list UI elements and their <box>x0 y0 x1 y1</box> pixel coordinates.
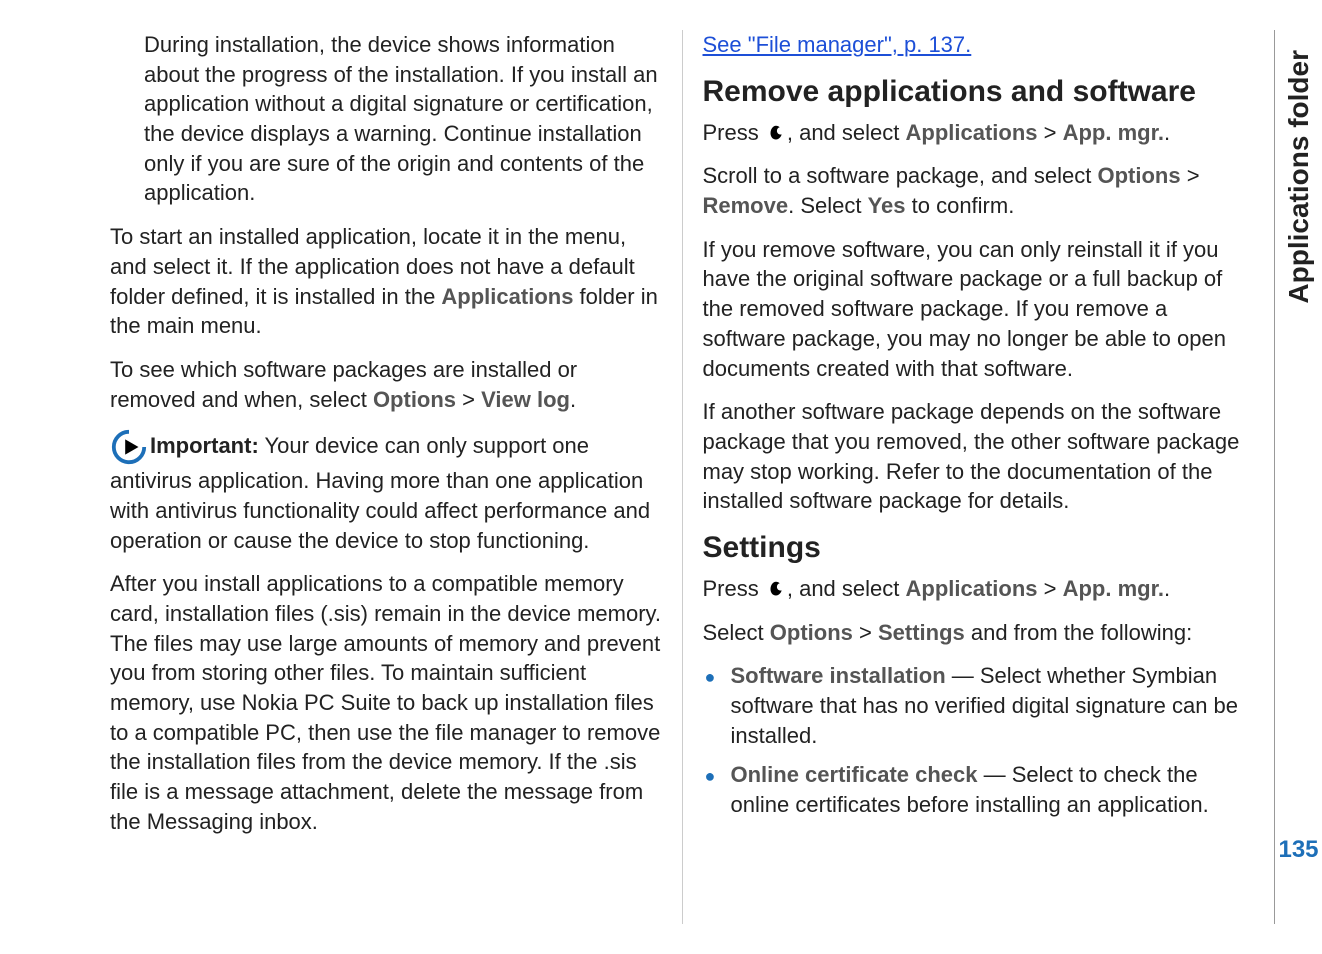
left-column: During installation, the device shows in… <box>0 30 682 924</box>
settings-select-paragraph: Select Options > Settings and from the f… <box>703 618 1255 648</box>
remove-press-paragraph: Press , and select Applications > App. m… <box>703 118 1255 148</box>
install-progress-paragraph: During installation, the device shows in… <box>144 30 662 208</box>
applications-label: Applications <box>441 284 573 309</box>
text: Select <box>703 620 770 645</box>
list-item: Online certificate check — Select to che… <box>703 760 1255 819</box>
content-columns: During installation, the device shows in… <box>0 30 1274 924</box>
text: . Select <box>788 193 867 218</box>
manual-page: During installation, the device shows in… <box>0 0 1322 954</box>
applications-label: Applications <box>906 120 1038 145</box>
settings-label: Settings <box>878 620 965 645</box>
menu-key-icon <box>765 579 787 601</box>
app-mgr-label: App. mgr. <box>1063 120 1164 145</box>
memory-card-paragraph: After you install applications to a comp… <box>110 569 662 836</box>
file-manager-link[interactable]: See "File manager", p. 137. <box>703 32 972 57</box>
view-log-paragraph: To see which software packages are insta… <box>110 355 662 414</box>
text: to confirm. <box>906 193 1015 218</box>
text: . <box>1164 576 1170 601</box>
list-item: Software installation — Select whether S… <box>703 661 1255 750</box>
important-label: Important: <box>150 433 259 458</box>
applications-label: Applications <box>906 576 1038 601</box>
text: Scroll to a software package, and select <box>703 163 1098 188</box>
start-app-paragraph: To start an installed application, locat… <box>110 222 662 341</box>
settings-press-paragraph: Press , and select Applications > App. m… <box>703 574 1255 604</box>
text: and from the following: <box>965 620 1192 645</box>
important-note: Important: Your device can only support … <box>110 428 662 555</box>
text: , and select <box>787 120 906 145</box>
text: > <box>1038 576 1063 601</box>
remove-reinstall-paragraph: If you remove software, you can only rei… <box>703 235 1255 383</box>
text: > <box>853 620 878 645</box>
view-log-label: View log <box>481 387 570 412</box>
remove-scroll-paragraph: Scroll to a software package, and select… <box>703 161 1255 220</box>
yes-label: Yes <box>868 193 906 218</box>
text: . <box>1164 120 1170 145</box>
text: Press <box>703 120 765 145</box>
remove-label: Remove <box>703 193 789 218</box>
text: > <box>1038 120 1063 145</box>
settings-bullet-list: Software installation — Select whether S… <box>703 661 1255 819</box>
remove-depends-paragraph: If another software package depends on t… <box>703 397 1255 516</box>
right-column: See "File manager", p. 137. Remove appli… <box>682 30 1275 924</box>
text: , and select <box>787 576 906 601</box>
section-title: Applications folder <box>1283 50 1315 304</box>
menu-key-icon <box>765 123 787 145</box>
text: . <box>570 387 576 412</box>
options-label: Options <box>1098 163 1181 188</box>
options-label: Options <box>770 620 853 645</box>
remove-apps-heading: Remove applications and software <box>703 74 1255 110</box>
text: > <box>1181 163 1200 188</box>
important-arrow-icon <box>110 428 148 466</box>
software-installation-label: Software installation <box>731 663 946 688</box>
text: > <box>456 387 481 412</box>
text: Press <box>703 576 765 601</box>
app-mgr-label: App. mgr. <box>1063 576 1164 601</box>
page-number: 135 <box>1278 836 1318 864</box>
settings-heading: Settings <box>703 530 1255 566</box>
options-label: Options <box>373 387 456 412</box>
side-tab: Applications folder 135 <box>1274 30 1322 924</box>
online-cert-check-label: Online certificate check <box>731 762 978 787</box>
